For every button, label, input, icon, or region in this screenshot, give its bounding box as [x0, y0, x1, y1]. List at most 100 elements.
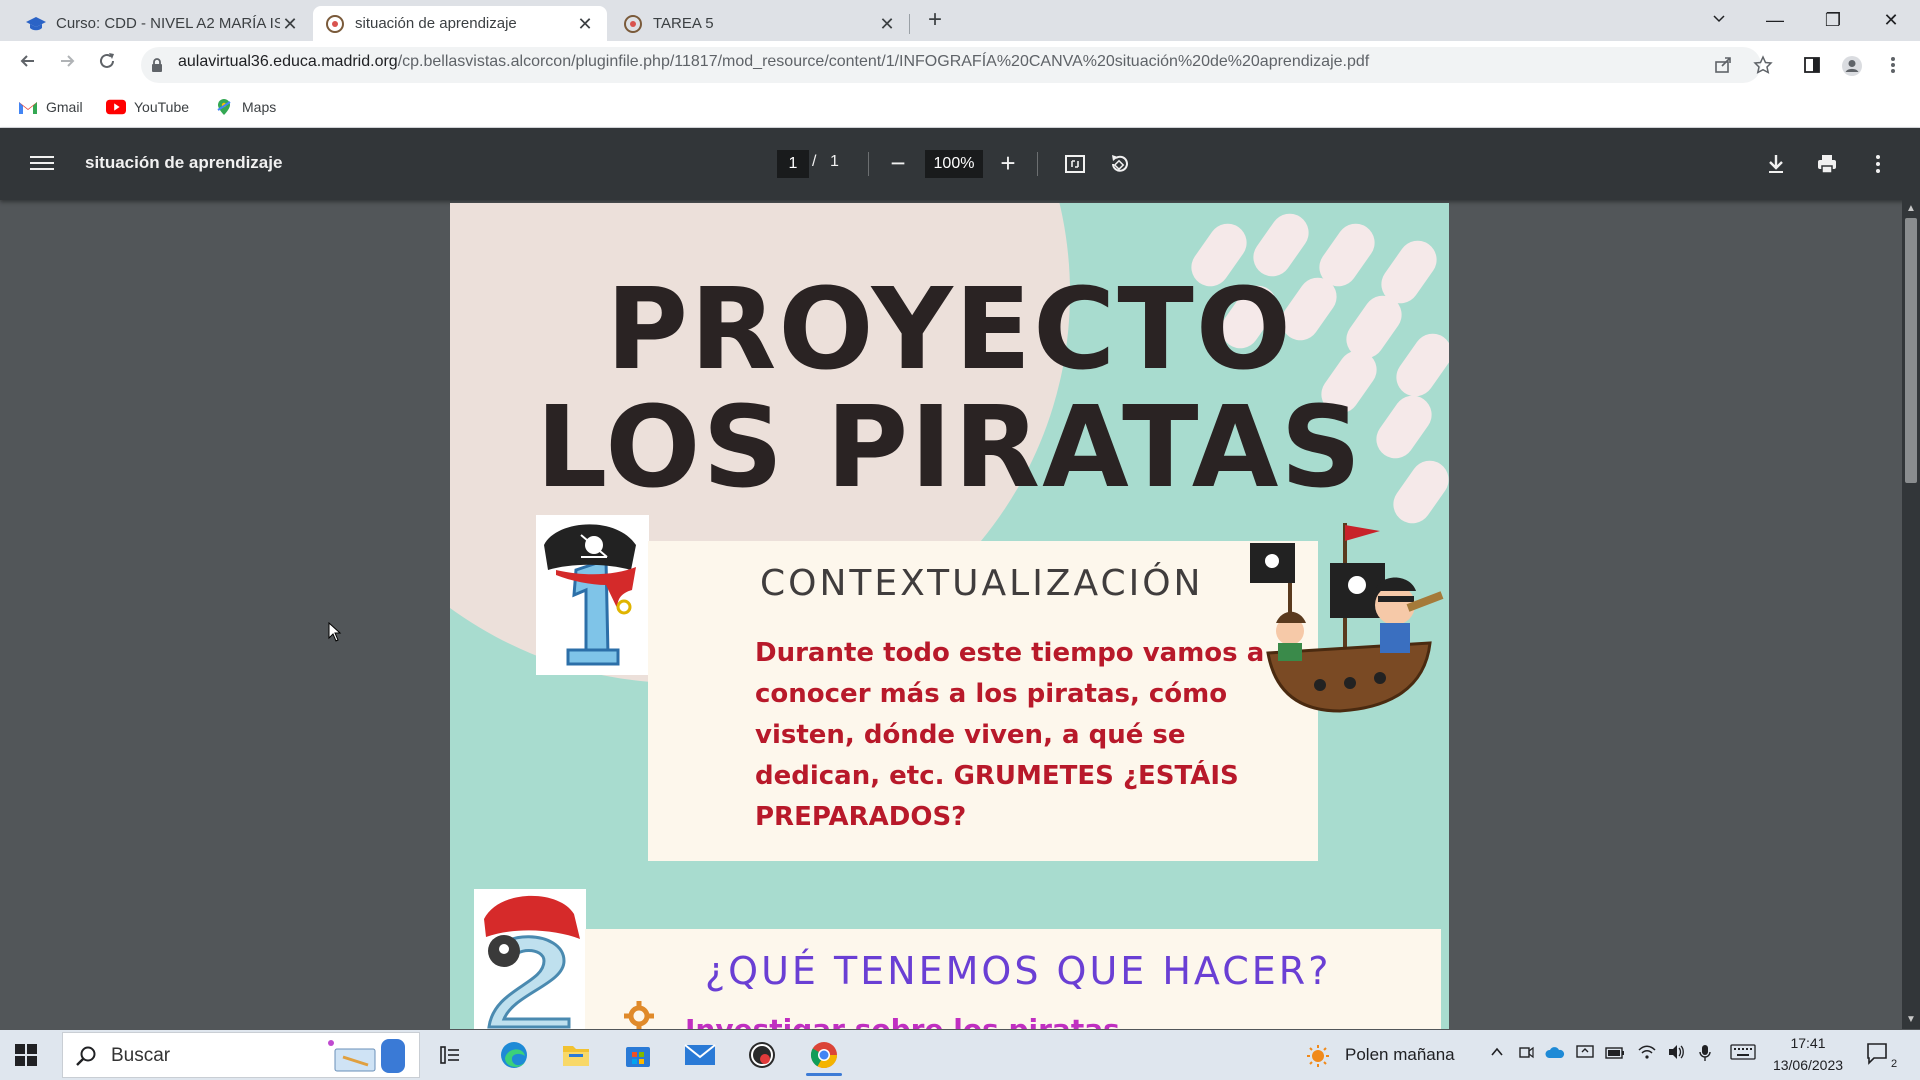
- file-explorer-icon[interactable]: [550, 1034, 602, 1076]
- minimize-button[interactable]: —: [1752, 6, 1798, 34]
- weather-text[interactable]: Polen mañana: [1345, 1045, 1455, 1065]
- edge-icon[interactable]: [488, 1034, 540, 1076]
- bookmark-label: YouTube: [134, 99, 190, 115]
- clock-time[interactable]: 17:41: [1770, 1035, 1846, 1051]
- bookmark-gmail[interactable]: Gmail: [18, 95, 83, 119]
- tab-curso[interactable]: Curso: CDD - NIVEL A2 MARÍA IS ✕: [14, 6, 312, 41]
- url-path: /cp.bellasvistas.alcorcon/pluginfile.php…: [397, 53, 1370, 70]
- page-number-input[interactable]: 1: [777, 150, 809, 178]
- bookmark-star-button[interactable]: [1752, 55, 1774, 77]
- microsoft-store-icon[interactable]: [612, 1034, 664, 1076]
- browser-toolbar: aulavirtual36.educa.madrid.org/cp.bellas…: [0, 41, 1920, 89]
- tab-title: situación de aprendizaje: [355, 15, 517, 32]
- obs-record-icon[interactable]: [736, 1034, 788, 1076]
- section-subtitle: Investigar sobre los piratas: [685, 1013, 1120, 1029]
- reload-icon: [100, 53, 114, 68]
- search-placeholder: Buscar: [111, 1045, 171, 1066]
- tab-title: TAREA 5: [653, 15, 714, 32]
- pdf-title: situación de aprendizaje: [85, 153, 283, 172]
- share-button[interactable]: [1712, 55, 1734, 77]
- url-text[interactable]: aulavirtual36.educa.madrid.org/cp.bellas…: [178, 53, 1369, 71]
- tab-tarea5[interactable]: TAREA 5 ✕: [611, 6, 909, 41]
- forward-button[interactable]: [53, 51, 81, 79]
- profile-button[interactable]: [1841, 55, 1863, 77]
- reload-button[interactable]: [93, 51, 121, 79]
- keyboard-icon[interactable]: [1730, 1044, 1756, 1066]
- pirate-number-one-image: [536, 515, 649, 675]
- maps-icon: [214, 99, 234, 115]
- fit-to-page-icon[interactable]: [1063, 152, 1087, 176]
- menu-icon[interactable]: [30, 152, 54, 176]
- taskbar-search-box[interactable]: Buscar: [62, 1032, 420, 1078]
- moodle-icon: [325, 14, 345, 34]
- meet-now-icon[interactable]: [1515, 1044, 1537, 1066]
- moodle-icon: [623, 14, 643, 34]
- page-total: 1: [830, 153, 839, 170]
- mouse-cursor-icon: [328, 621, 342, 647]
- print-icon[interactable]: [1815, 152, 1839, 176]
- section-heading: ¿QUÉ TENEMOS QUE HACER?: [705, 949, 1332, 993]
- microphone-icon[interactable]: [1694, 1044, 1716, 1066]
- chrome-icon[interactable]: [798, 1034, 850, 1076]
- section-body: Durante todo este tiempo vamos a conocer…: [755, 638, 1265, 832]
- tab-title: Curso: CDD - NIVEL A2 MARÍA IS: [56, 15, 280, 32]
- clock-date[interactable]: 13/06/2023: [1764, 1057, 1852, 1073]
- remote-display-icon[interactable]: [1574, 1044, 1596, 1066]
- mail-icon[interactable]: [674, 1034, 726, 1076]
- close-icon[interactable]: ✕: [280, 14, 300, 34]
- download-icon[interactable]: [1764, 152, 1788, 176]
- avatar-icon: [1842, 56, 1862, 76]
- bookmarks-bar: Gmail YouTube Maps: [0, 89, 1920, 128]
- share-icon: [1715, 57, 1731, 73]
- zoom-input[interactable]: 100%: [925, 150, 983, 178]
- graduation-cap-icon: [26, 14, 46, 34]
- onedrive-icon[interactable]: [1544, 1044, 1566, 1066]
- wifi-icon[interactable]: [1636, 1044, 1658, 1066]
- pirate-ship-image: [1230, 513, 1445, 723]
- page-separator: /: [812, 153, 817, 170]
- document-title-line2: LOS PIRATAS: [535, 383, 1364, 513]
- gear-icon: [622, 999, 656, 1029]
- windows-taskbar: Buscar Polen mañana 17:41 13/06/2023 2: [0, 1030, 1920, 1080]
- side-panel-button[interactable]: [1801, 55, 1823, 77]
- zoom-out-button[interactable]: −: [886, 150, 910, 178]
- pdf-page: PROYECTO LOS PIRATAS CONTEXTUALIZACIÓN D…: [450, 203, 1449, 1029]
- toolbar-divider: [868, 152, 869, 176]
- tab-situacion[interactable]: situación de aprendizaje ✕: [313, 6, 607, 41]
- pdf-toolbar: situación de aprendizaje 1 / 1 − 100% +: [0, 128, 1920, 200]
- lock-icon[interactable]: [150, 57, 164, 78]
- arrow-right-icon: [61, 55, 75, 67]
- scroll-down-arrow-icon[interactable]: ▼: [1904, 1014, 1918, 1026]
- document-title-line1: PROYECTO: [606, 265, 1293, 395]
- zoom-in-button[interactable]: +: [996, 149, 1020, 177]
- tab-strip: Curso: CDD - NIVEL A2 MARÍA IS ✕ situaci…: [0, 0, 1920, 41]
- window-close-button[interactable]: ✕: [1868, 6, 1914, 34]
- task-view-icon[interactable]: [424, 1034, 476, 1076]
- close-icon[interactable]: ✕: [575, 14, 595, 34]
- restore-button[interactable]: ❐: [1810, 6, 1856, 34]
- bookmark-youtube[interactable]: YouTube: [106, 95, 189, 119]
- scrollbar-thumb[interactable]: [1905, 218, 1917, 483]
- pollen-weather-icon[interactable]: [1306, 1044, 1330, 1073]
- bookmark-maps[interactable]: Maps: [214, 95, 276, 119]
- battery-icon[interactable]: [1604, 1044, 1626, 1066]
- new-tab-button[interactable]: +: [923, 8, 947, 33]
- close-icon[interactable]: ✕: [877, 14, 897, 34]
- toolbar-divider: [1037, 152, 1038, 176]
- arrow-left-icon: [20, 55, 34, 67]
- scroll-up-arrow-icon[interactable]: ▲: [1904, 203, 1918, 215]
- contextualization-card: CONTEXTUALIZACIÓN Durante todo este tiem…: [648, 541, 1318, 861]
- rotate-icon[interactable]: [1107, 152, 1131, 176]
- more-actions-icon[interactable]: [1866, 152, 1890, 176]
- back-button[interactable]: [14, 51, 42, 79]
- pirate-number-two-image: [474, 889, 586, 1029]
- youtube-icon: [106, 99, 126, 115]
- search-highlight-art: [323, 1035, 419, 1077]
- tab-divider: [909, 14, 910, 34]
- chevron-up-icon[interactable]: [1486, 1044, 1508, 1066]
- tab-search-button[interactable]: [1696, 6, 1742, 34]
- windows-start-icon[interactable]: [14, 1043, 38, 1067]
- volume-icon[interactable]: [1665, 1044, 1687, 1066]
- section-heading: CONTEXTUALIZACIÓN: [760, 563, 1204, 604]
- browser-menu-button[interactable]: [1882, 55, 1904, 77]
